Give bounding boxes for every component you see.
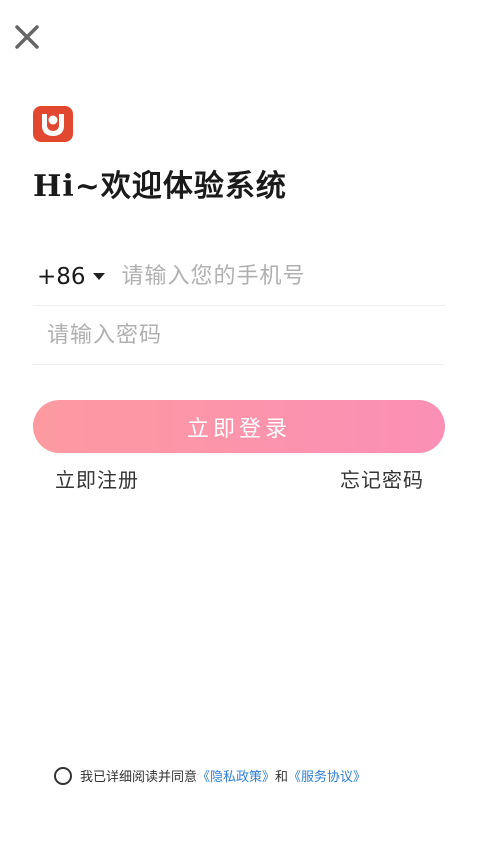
country-code-selector[interactable]: +86 (33, 264, 110, 290)
agreement-row: 我已详细阅读并同意 《隐私政策》 和 《服务协议》 (54, 766, 434, 785)
phone-input[interactable] (121, 256, 445, 297)
forgot-password-link[interactable]: 忘记密码 (340, 464, 424, 493)
agreement-conjunction: 和 (275, 770, 289, 785)
password-input[interactable] (47, 315, 427, 356)
privacy-policy-link[interactable]: 《隐私政策》 (197, 766, 275, 785)
service-agreement-link[interactable]: 《服务协议》 (288, 766, 366, 785)
login-screen: Hi~欢迎体验系统 +86 立即登录 立即注册 忘记密码 我已详细阅读并同意 《… (0, 0, 478, 850)
close-button[interactable] (10, 20, 44, 54)
caret-down-icon (92, 273, 105, 280)
page-title: Hi~欢迎体验系统 (33, 169, 287, 204)
agree-radio-button[interactable] (54, 766, 72, 785)
phone-field-row: +86 (33, 248, 445, 306)
password-field-row (33, 307, 445, 365)
agreement-prefix: 我已详细阅读并同意 (80, 770, 198, 785)
country-code-label: +86 (37, 263, 86, 290)
app-logo-icon (42, 114, 64, 136)
register-link[interactable]: 立即注册 (55, 464, 139, 493)
login-button[interactable]: 立即登录 (33, 400, 445, 453)
close-icon (15, 25, 39, 49)
app-logo (33, 106, 73, 142)
